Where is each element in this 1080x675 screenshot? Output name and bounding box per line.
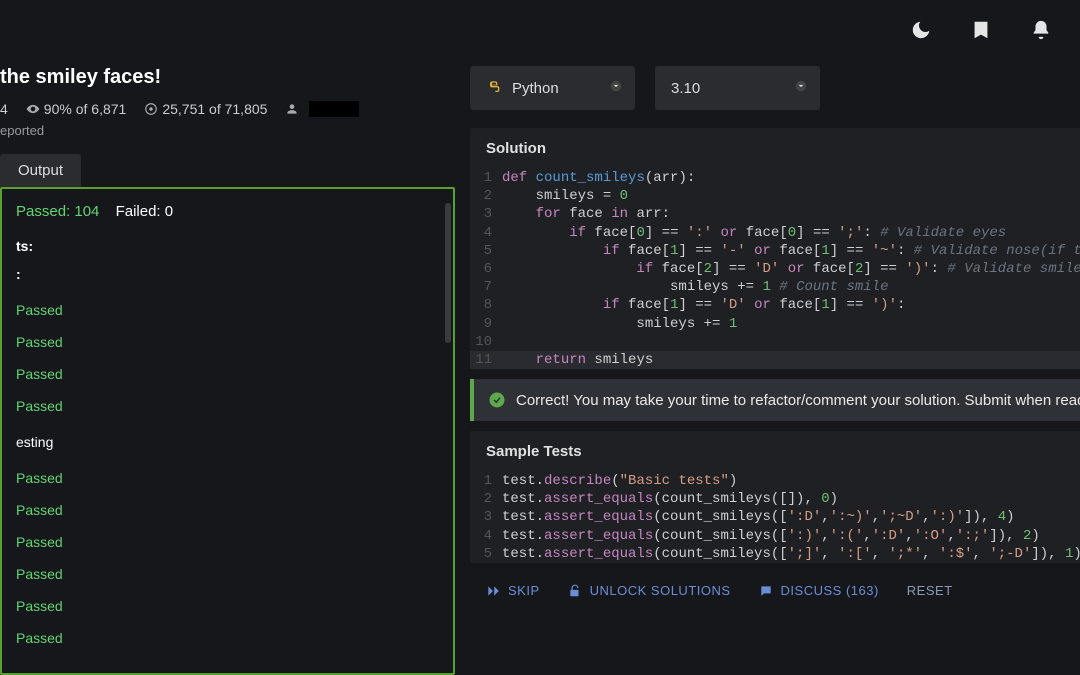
left-column: the smiley faces! 4 90% of 6,871 25,751 … [0, 60, 455, 675]
bell-icon[interactable] [1030, 19, 1052, 41]
test-result: Passed [16, 558, 439, 590]
code-line[interactable]: 2 smileys = 0 [470, 187, 1080, 205]
test-result: Passed [16, 358, 439, 390]
test-result: Passed [16, 622, 439, 654]
sample-tests-editor[interactable]: 1test.describe("Basic tests")2test.asser… [470, 472, 1080, 563]
version-dropdown[interactable]: 3.10 [655, 66, 820, 110]
code-line[interactable]: 1test.describe("Basic tests") [470, 472, 1080, 490]
code-line[interactable]: 3test.assert_equals(count_smileys([':D',… [470, 508, 1080, 526]
language-label: Python [512, 80, 559, 97]
code-line[interactable]: 3 for face in arr: [470, 205, 1080, 223]
results-panel: Passed: 104 Failed: 0 ts: : PassedPassed… [0, 187, 455, 675]
reset-button[interactable]: RESET [907, 583, 953, 598]
chevron-down-icon [794, 79, 808, 97]
solution-header: Solution [470, 128, 1080, 169]
test-result: Passed [16, 590, 439, 622]
tests-section-label: ts: [16, 238, 439, 254]
tab-output[interactable]: Output [0, 154, 81, 187]
results-scrollbar[interactable] [445, 203, 451, 343]
code-line[interactable]: 5 if face[1] == '-' or face[1] == '~': #… [470, 242, 1080, 260]
tab-strip: Output [0, 154, 455, 187]
reported-label: eported [0, 123, 455, 146]
action-row: SKIP UNLOCK SOLUTIONS DISCUSS (163) RESE… [470, 573, 1080, 598]
solution-panel: Solution 1def count_smileys(arr):2 smile… [470, 128, 1080, 369]
stat-percent: 90% of 6,871 [26, 101, 127, 117]
code-line[interactable]: 7 smileys += 1 # Count smile [470, 278, 1080, 296]
theme-toggle-icon[interactable] [910, 19, 932, 41]
status-message: Correct! You may take your time to refac… [516, 392, 1080, 409]
code-line[interactable]: 2test.assert_equals(count_smileys([]), 0… [470, 490, 1080, 508]
author-chip[interactable] [285, 101, 359, 117]
code-line[interactable]: 9 smileys += 1 [470, 315, 1080, 333]
test-result: Passed [16, 494, 439, 526]
code-line[interactable]: 6 if face[2] == 'D' or face[2] == ')': #… [470, 260, 1080, 278]
test-result: Passed [16, 326, 439, 358]
bookmark-icon[interactable] [970, 19, 992, 41]
passed-count: Passed: 104 [16, 203, 99, 220]
right-column: Python 3.10 VIN Solution 1def count_smil… [455, 60, 1080, 675]
test-result: Passed [16, 526, 439, 558]
stats-row: 4 90% of 6,871 25,751 of 71,805 [0, 97, 455, 123]
solution-editor[interactable]: 1def count_smileys(arr):2 smileys = 03 f… [470, 169, 1080, 369]
code-line[interactable]: 1def count_smileys(arr): [470, 169, 1080, 187]
discuss-button[interactable]: DISCUSS (163) [759, 583, 879, 598]
code-line[interactable]: 5test.assert_equals(count_smileys([';]',… [470, 545, 1080, 563]
kata-title: the smiley faces! [0, 60, 455, 97]
skip-button[interactable]: SKIP [486, 583, 540, 598]
version-label: 3.10 [671, 80, 700, 97]
sample-tests-panel: Sample Tests 1test.describe("Basic tests… [470, 431, 1080, 563]
test-result: Passed [16, 390, 439, 422]
tests-disc: : [16, 266, 439, 282]
top-bar [0, 0, 1080, 60]
status-bar: Correct! You may take your time to refac… [470, 379, 1080, 421]
test-result: Passed [16, 294, 439, 326]
code-line[interactable]: 4 if face[0] == ':' or face[0] == ';': #… [470, 224, 1080, 242]
code-line[interactable]: 11 return smileys [470, 351, 1080, 369]
stat-1: 4 [0, 101, 8, 117]
passfail-summary: Passed: 104 Failed: 0 [16, 203, 439, 220]
unlock-solutions-button[interactable]: UNLOCK SOLUTIONS [568, 583, 731, 598]
stat-total: 25,751 of 71,805 [144, 101, 267, 117]
code-line[interactable]: 4test.assert_equals(count_smileys([':)',… [470, 527, 1080, 545]
sample-tests-header: Sample Tests [470, 431, 1080, 472]
failed-count: Failed: 0 [116, 203, 174, 220]
language-dropdown[interactable]: Python [470, 66, 635, 110]
chevron-down-icon [609, 79, 623, 97]
code-line[interactable]: 10 [470, 333, 1080, 351]
author-name-redacted [309, 101, 359, 117]
selector-row: Python 3.10 VIN [470, 60, 1080, 128]
python-icon [486, 80, 502, 96]
code-line[interactable]: 8 if face[1] == 'D' or face[1] == ')': [470, 296, 1080, 314]
check-circle-icon [488, 391, 506, 409]
subsection-label: esting [16, 434, 439, 450]
test-result: Passed [16, 462, 439, 494]
